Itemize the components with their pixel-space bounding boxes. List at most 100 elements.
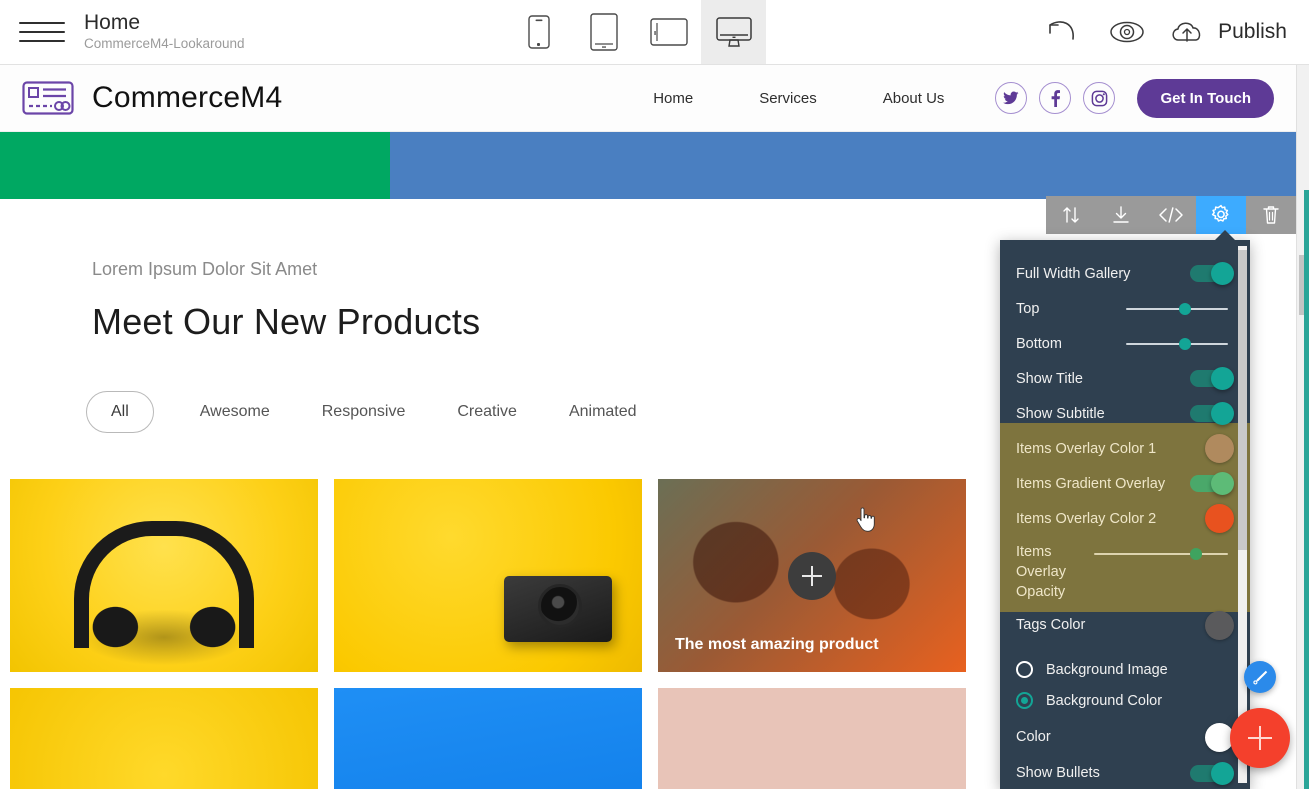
radio-background-color[interactable] xyxy=(1016,692,1033,709)
gallery-item[interactable]: The most amazing product xyxy=(658,479,966,672)
full-width-gallery-toggle[interactable] xyxy=(1190,262,1234,285)
items-overlay-opacity-slider[interactable] xyxy=(1094,544,1228,564)
get-in-touch-button[interactable]: Get In Touch xyxy=(1137,78,1274,118)
setting-bottom[interactable]: Bottom xyxy=(1000,326,1250,361)
code-icon xyxy=(1159,207,1183,223)
show-bullets-toggle[interactable] xyxy=(1190,761,1234,785)
hamburger-line xyxy=(19,22,65,24)
gallery-item[interactable] xyxy=(658,688,966,789)
setting-full-width-gallery[interactable]: Full Width Gallery xyxy=(1000,256,1250,291)
site-brand[interactable]: CommerceM4 xyxy=(22,80,282,116)
hamburger-icon[interactable] xyxy=(0,0,84,64)
setting-label: Show Title xyxy=(1016,370,1083,387)
setting-label: Show Subtitle xyxy=(1016,405,1105,422)
setting-show-subtitle[interactable]: Show Subtitle xyxy=(1000,396,1250,431)
slider-track xyxy=(1126,307,1228,310)
move-button[interactable] xyxy=(1046,196,1096,234)
setting-items-gradient-overlay[interactable]: Items Gradient Overlay xyxy=(1000,466,1250,501)
tag-awesome[interactable]: Awesome xyxy=(174,403,296,421)
tag-all[interactable]: All xyxy=(86,391,154,433)
gallery-item[interactable] xyxy=(334,479,642,672)
toggle-knob xyxy=(1211,761,1234,785)
page-title-group: Home CommerceM4-Lookaround xyxy=(84,0,245,64)
block-edit-toolbar xyxy=(1046,196,1296,234)
setting-color[interactable]: Color xyxy=(1000,716,1250,758)
preview-button[interactable] xyxy=(1094,19,1160,45)
slider-thumb[interactable] xyxy=(1179,302,1192,315)
setting-top[interactable]: Top xyxy=(1000,291,1250,326)
delete-button[interactable] xyxy=(1246,196,1296,234)
toggle-knob xyxy=(1211,402,1234,425)
cloud-upload-icon xyxy=(1172,22,1201,42)
option-background-image[interactable]: Background Image xyxy=(1000,654,1250,685)
undo-icon xyxy=(1049,21,1074,40)
panel-scrollbar-thumb[interactable] xyxy=(1238,250,1247,550)
setting-label: Full Width Gallery xyxy=(1016,265,1131,282)
add-fab[interactable] xyxy=(1230,708,1290,768)
device-tablet-landscape-button[interactable] xyxy=(636,0,701,64)
hamburger-line xyxy=(19,31,65,33)
gear-icon xyxy=(1211,204,1229,222)
device-tablet-button[interactable] xyxy=(571,0,636,64)
show-title-toggle[interactable] xyxy=(1190,367,1234,390)
slider-thumb[interactable] xyxy=(1189,548,1202,560)
pen-fab[interactable] xyxy=(1244,661,1276,693)
undo-button[interactable] xyxy=(1028,19,1094,45)
item-expand-button[interactable] xyxy=(788,551,836,600)
nav-item-services[interactable]: Services xyxy=(726,90,850,107)
twitter-icon[interactable] xyxy=(995,82,1028,114)
nav-item-home[interactable]: Home xyxy=(620,90,726,107)
setting-show-title[interactable]: Show Title xyxy=(1000,361,1250,396)
instagram-icon[interactable] xyxy=(1083,82,1116,114)
gallery-item[interactable] xyxy=(10,479,318,672)
tag-creative[interactable]: Creative xyxy=(431,403,543,421)
option-background-color[interactable]: Background Color xyxy=(1000,685,1250,716)
social-links xyxy=(995,82,1116,114)
mobile-icon xyxy=(528,15,550,49)
panel-pointer xyxy=(1214,230,1236,241)
download-button[interactable] xyxy=(1096,196,1146,234)
slider-track xyxy=(1094,553,1228,555)
bottom-slider[interactable] xyxy=(1126,334,1228,354)
setting-items-overlay-color-1[interactable]: Items Overlay Color 1 xyxy=(1000,431,1250,466)
setting-label: Bottom xyxy=(1016,335,1062,352)
tag-responsive[interactable]: Responsive xyxy=(296,403,432,421)
settings-button[interactable] xyxy=(1196,196,1246,234)
device-mobile-button[interactable] xyxy=(506,0,571,64)
slider-track xyxy=(1126,342,1228,345)
color-bands xyxy=(0,132,1296,199)
setting-items-overlay-opacity[interactable]: Items Overlay Opacity xyxy=(1000,536,1250,602)
panel-rows: Full Width Gallery Top Bottom Show Title xyxy=(1000,240,1250,788)
tablet-landscape-icon xyxy=(650,18,688,46)
trash-icon xyxy=(1263,206,1279,224)
tag-animated[interactable]: Animated xyxy=(543,403,663,421)
show-subtitle-toggle[interactable] xyxy=(1190,402,1234,425)
toggle-knob xyxy=(1211,472,1234,495)
item-caption: The most amazing product xyxy=(675,636,879,653)
panel-scroll-area[interactable]: Full Width Gallery Top Bottom Show Title xyxy=(1000,240,1250,789)
gallery-item[interactable] xyxy=(10,688,318,789)
items-gradient-overlay-toggle[interactable] xyxy=(1190,472,1234,495)
hamburger-line xyxy=(19,40,65,42)
gallery-item[interactable] xyxy=(334,688,642,789)
radio-background-image[interactable] xyxy=(1016,661,1033,678)
setting-tags-color[interactable]: Tags Color xyxy=(1000,602,1250,648)
items-overlay-color-2-swatch[interactable] xyxy=(1205,504,1234,533)
top-slider[interactable] xyxy=(1126,299,1228,319)
setting-items-overlay-color-2[interactable]: Items Overlay Color 2 xyxy=(1000,501,1250,536)
slider-thumb[interactable] xyxy=(1179,337,1192,350)
setting-show-bullets[interactable]: Show Bullets xyxy=(1000,758,1250,788)
code-button[interactable] xyxy=(1146,196,1196,234)
facebook-icon[interactable] xyxy=(1039,82,1072,114)
nav-item-about-us[interactable]: About Us xyxy=(850,90,978,107)
card-logo-icon xyxy=(22,81,74,115)
desktop-icon xyxy=(716,17,752,47)
tags-color-swatch[interactable] xyxy=(1205,610,1234,640)
site-header: CommerceM4 Home Services About Us Get In… xyxy=(0,65,1296,132)
tablet-icon xyxy=(590,13,618,51)
items-overlay-color-1-swatch[interactable] xyxy=(1205,434,1234,463)
device-desktop-button[interactable] xyxy=(701,0,767,64)
page-title: Home xyxy=(84,11,141,34)
cursor-pointer-icon xyxy=(856,507,875,532)
publish-button[interactable]: Publish xyxy=(1160,17,1287,47)
